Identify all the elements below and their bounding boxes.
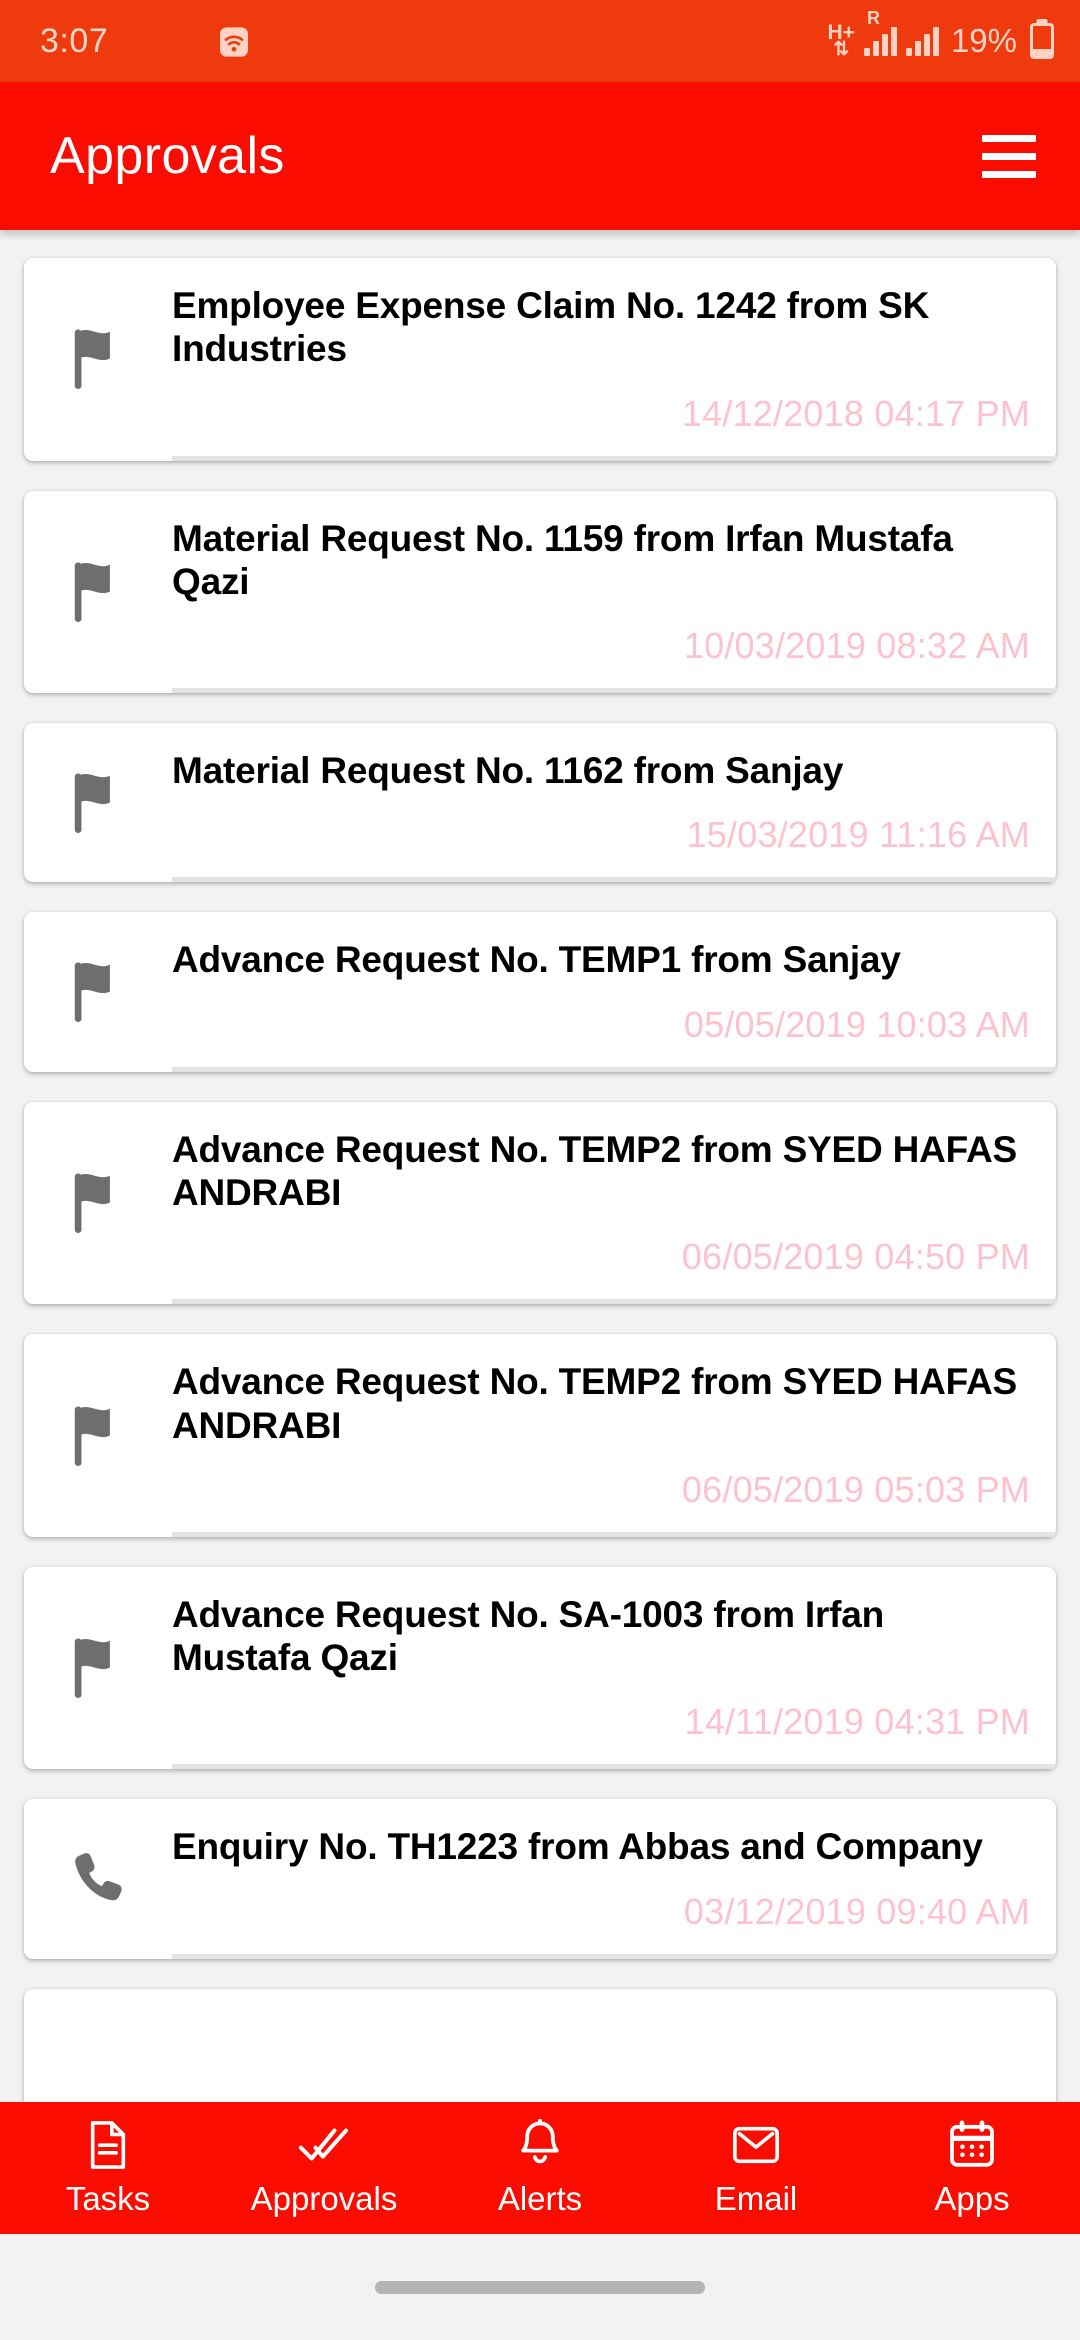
status-bar-clock: 3:07 bbox=[40, 21, 109, 60]
list-item-title: Enquiry No. TH1223 from Abbas and Compan… bbox=[172, 1826, 983, 1868]
battery-icon bbox=[1030, 23, 1054, 59]
nav-item-approvals[interactable]: Approvals bbox=[216, 2119, 432, 2218]
image-icon bbox=[170, 24, 204, 58]
status-bar-right: H+ ⇅ R 19% bbox=[827, 9, 1054, 60]
flag-icon bbox=[24, 1593, 172, 1744]
list-item-body: Advance Request No. SA-1003 from Irfan M… bbox=[172, 1593, 1030, 1744]
flag-icon bbox=[24, 2015, 172, 2111]
page-title: Approvals bbox=[50, 127, 285, 185]
list-item-body: Enquiry No. TH1223 from Abbas and Compan… bbox=[172, 1825, 1030, 1932]
status-bar-left: 3:07 bbox=[40, 22, 252, 61]
signal-icon-2 bbox=[905, 26, 939, 56]
nav-item-alerts[interactable]: Alerts bbox=[432, 2118, 648, 2218]
envelope-icon bbox=[731, 2119, 781, 2171]
list-item[interactable]: Advance Request No. TEMP2 from SYED HAFA… bbox=[24, 1101, 1056, 1305]
phone-icon bbox=[24, 1825, 172, 1932]
list-item-title: Advance Request No. TEMP2 from SYED HAFA… bbox=[172, 1361, 1018, 1446]
list-item[interactable]: Material Request No. 1159 from Irfan Mus… bbox=[24, 490, 1056, 694]
list-item-date: 06/05/2019 04:50 PM bbox=[681, 1236, 1030, 1278]
data-transfer-icon: H+ ⇅ bbox=[827, 21, 855, 60]
bottom-navigation-bar: Tasks Approvals Alerts Email Apps bbox=[0, 2102, 1080, 2234]
signal-icon: R bbox=[863, 9, 897, 56]
nav-label-apps: Apps bbox=[934, 2179, 1010, 2217]
list-item-title: Material Request No. 1162 from Sanjay bbox=[172, 750, 844, 792]
nav-label-approvals: Approvals bbox=[250, 2179, 398, 2217]
list-item-body: Advance Request No. TEMP2 from SYED HAFA… bbox=[172, 1360, 1030, 1511]
app-screen: 3:07 H+ ⇅ R 19% Approvals Employee Expen… bbox=[0, 0, 1080, 2340]
nav-item-tasks[interactable]: Tasks bbox=[0, 2119, 216, 2218]
nav-item-apps[interactable]: Apps bbox=[864, 2119, 1080, 2218]
list-item[interactable]: Advance Request No. SA-1003 from Irfan M… bbox=[24, 1566, 1056, 1770]
system-gesture-area bbox=[0, 2234, 1080, 2340]
list-item-body: Advance Request No. TEMP2 from SYED HAFA… bbox=[172, 1128, 1030, 1279]
list-item-title: Advance Request No. TEMP1 from Sanjay bbox=[172, 939, 901, 981]
approvals-list[interactable]: Employee Expense Claim No. 1242 from SK … bbox=[0, 230, 1080, 2140]
flag-icon bbox=[24, 749, 172, 856]
flag-icon bbox=[24, 284, 172, 435]
status-bar: 3:07 H+ ⇅ R 19% bbox=[0, 0, 1080, 82]
list-item-date: 06/05/2019 05:03 PM bbox=[681, 1468, 1030, 1510]
roaming-label: R bbox=[866, 8, 880, 28]
list-item-date: 15/03/2019 11:16 AM bbox=[686, 814, 1030, 856]
gesture-bar[interactable] bbox=[375, 2280, 705, 2294]
app-bar: Approvals bbox=[0, 82, 1080, 230]
calendar-grid-icon bbox=[948, 2119, 996, 2171]
list-item[interactable]: Advance Request No. TEMP1 from Sanjay 05… bbox=[24, 912, 1056, 1072]
list-item-date: 14/12/2018 04:17 PM bbox=[681, 392, 1030, 434]
nav-label-email: Email bbox=[714, 2179, 798, 2217]
list-item-body: Advance Request No. TEMP1 from Sanjay 05… bbox=[172, 938, 1030, 1045]
list-item-date: 10/03/2019 08:32 AM bbox=[683, 625, 1030, 667]
bell-icon bbox=[516, 2118, 564, 2171]
nav-label-tasks: Tasks bbox=[65, 2179, 151, 2217]
list-item-body: Material Request No. 1162 from Sanjay 15… bbox=[172, 749, 1030, 856]
list-item-body: Material Request No. 1159 from Irfan Mus… bbox=[172, 517, 1030, 668]
list-item-date: 05/05/2019 10:03 AM bbox=[683, 1003, 1030, 1045]
list-item-body: Employee Expense Claim No. 1242 from SK … bbox=[172, 284, 1030, 435]
hamburger-menu-icon[interactable] bbox=[982, 134, 1036, 178]
flag-icon bbox=[24, 1360, 172, 1511]
list-item-date: 14/11/2019 04:31 PM bbox=[684, 1701, 1030, 1743]
flag-icon bbox=[24, 1128, 172, 1279]
document-icon bbox=[85, 2119, 131, 2171]
list-item[interactable]: Employee Expense Claim No. 1242 from SK … bbox=[24, 258, 1056, 461]
list-item[interactable]: Advance Request No. TEMP2 from SYED HAFA… bbox=[24, 1334, 1056, 1537]
wifi-icon bbox=[218, 24, 252, 58]
list-item-date: 03/12/2019 09:40 AM bbox=[683, 1890, 1030, 1932]
list-item[interactable]: Enquiry No. TH1223 from Abbas and Compan… bbox=[24, 1799, 1056, 1959]
list-item-title: Advance Request No. SA-1003 from Irfan M… bbox=[172, 1593, 885, 1679]
list-item[interactable]: Material Request No. 1162 from Sanjay 15… bbox=[24, 723, 1056, 883]
list-item-body bbox=[172, 2015, 1030, 2111]
battery-percent-label: 19% bbox=[950, 22, 1017, 59]
flag-icon bbox=[24, 938, 172, 1045]
youtube-icon bbox=[122, 24, 156, 58]
double-check-icon bbox=[297, 2119, 351, 2171]
flag-icon bbox=[24, 517, 172, 668]
list-item-title: Advance Request No. TEMP2 from SYED HAFA… bbox=[172, 1128, 1018, 1213]
nav-item-email[interactable]: Email bbox=[648, 2119, 864, 2218]
list-item-title: Material Request No. 1159 from Irfan Mus… bbox=[172, 517, 953, 602]
nav-label-alerts: Alerts bbox=[497, 2179, 583, 2217]
list-item-title: Employee Expense Claim No. 1242 from SK … bbox=[172, 285, 930, 370]
